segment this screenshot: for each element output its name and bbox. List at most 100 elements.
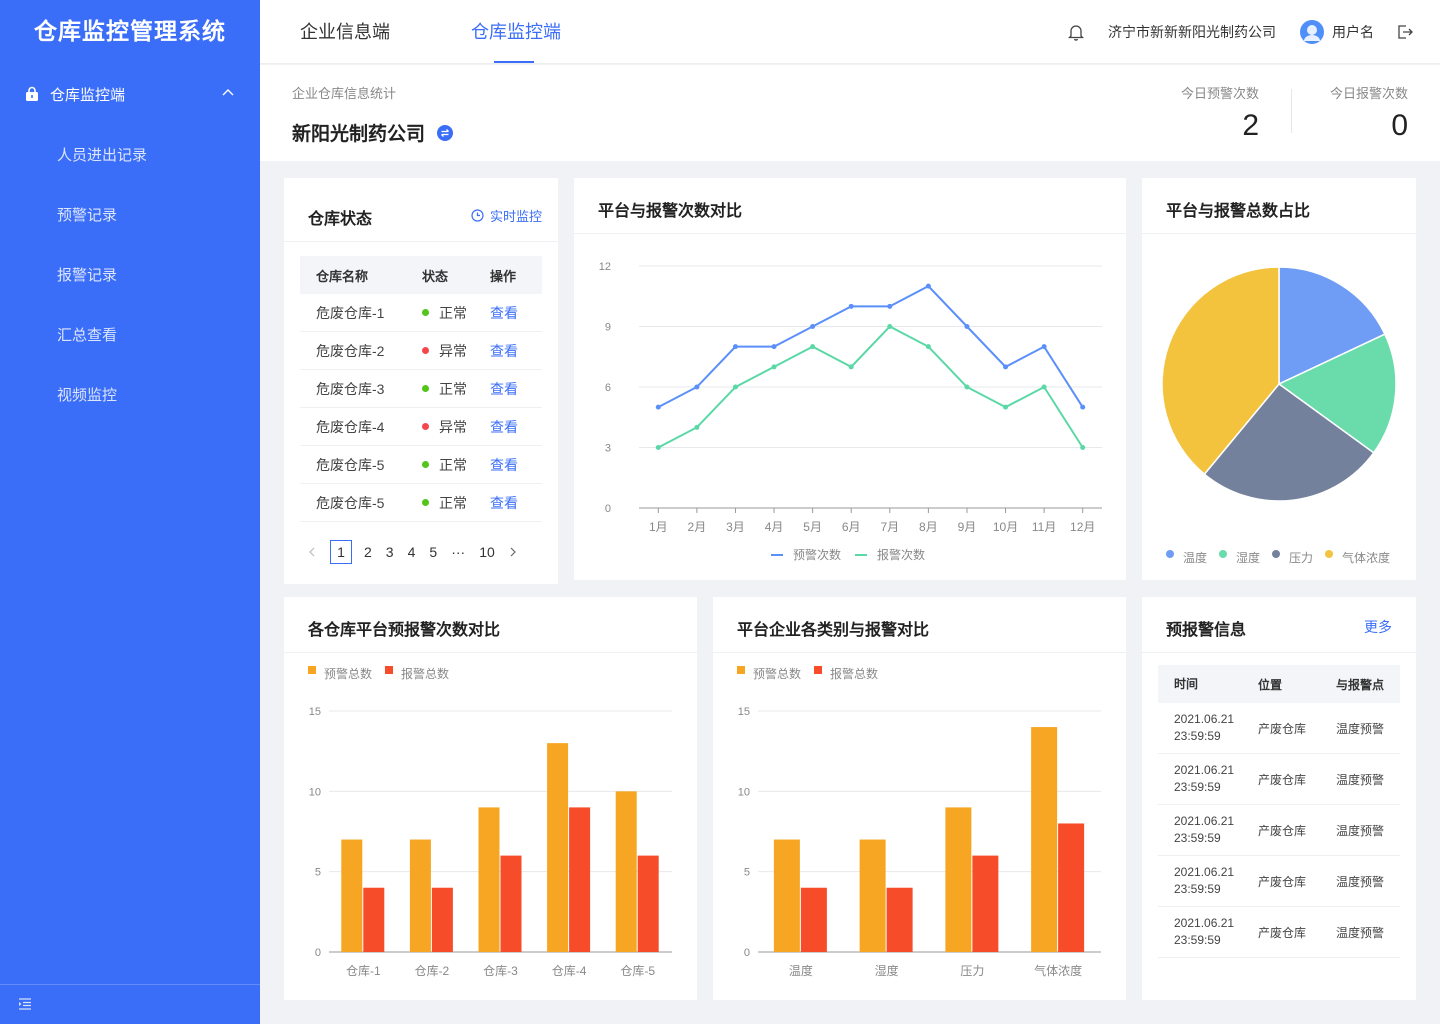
sidebar-collapse-button[interactable] [0, 984, 260, 1024]
pager-page[interactable]: 2 [364, 544, 372, 560]
username[interactable]: 用户名 [1332, 0, 1374, 64]
alert-location: 产废仓库 [1258, 823, 1307, 838]
alert-time: 2021.06.21 23:59:59 [1158, 915, 1258, 949]
bar [569, 807, 591, 952]
table-row[interactable]: 2021.06.21 23:59:59 产废仓库 温度预警 [1158, 754, 1400, 805]
company-name: 新阳光制药公司 [292, 119, 454, 146]
tab-enterprise[interactable]: 企业信息端 [300, 0, 390, 64]
x-tick-label: 湿度 [875, 963, 899, 978]
sidebar-item-alarm-log[interactable]: 报警记录 [57, 264, 117, 285]
legend-swatch [1166, 550, 1174, 558]
table-row: 危废仓库-1 正常 查看 [300, 294, 542, 332]
data-point [655, 445, 661, 450]
view-link[interactable]: 查看 [490, 493, 542, 513]
y-tick-label: 6 [605, 382, 611, 394]
alert-time: 2021.06.21 23:59:59 [1158, 864, 1258, 898]
data-point [771, 344, 777, 350]
x-tick-label: 9月 [958, 520, 977, 534]
pager-page[interactable]: 4 [408, 544, 416, 560]
pager-ellipsis[interactable]: ··· [451, 544, 465, 560]
data-point [925, 283, 931, 289]
x-tick-label: 仓库-5 [620, 963, 655, 978]
status-text: 异常 [439, 342, 467, 359]
data-point [655, 404, 661, 410]
pie-chart-card: 平台与报警总数占比 温度 湿度 压力 气体浓度 [1142, 178, 1416, 580]
alarm-today-value: 0 [1391, 109, 1408, 142]
sidebar-item-access-log[interactable]: 人员进出记录 [57, 144, 147, 165]
legend-swatch [737, 666, 745, 674]
top-header: 企业信息端 仓库监控端 济宁市新新新阳光制药公司 用户名 [260, 0, 1440, 64]
status-text: 正常 [439, 456, 467, 473]
bar-chart-category: 0 5 10 15 温度 湿度 压力 气体浓度 预警总数 报警总数 [737, 666, 1101, 978]
menu-warehouse-monitor[interactable]: 仓库监控端 [0, 72, 260, 116]
line-chart: 0 3 6 9 12 1月 2月 3月 4月 5月 6月 7月 8月 9月 10月 11月 12月预警次数 报警次… [599, 261, 1102, 562]
data-point [810, 324, 816, 329]
pager-next-icon[interactable] [509, 544, 517, 560]
bar [800, 887, 827, 952]
y-tick-label: 9 [605, 322, 611, 334]
chevron-up-icon [222, 89, 234, 96]
table-row[interactable]: 2021.06.21 23:59:59 产废仓库 温度预警 [1158, 805, 1400, 856]
switch-company-icon[interactable] [437, 124, 454, 141]
tab-warehouse-monitor[interactable]: 仓库监控端 [471, 0, 561, 64]
alert-type: 温度预警 [1336, 925, 1385, 940]
table-row[interactable]: 2021.06.21 23:59:59 产废仓库 温度预警 [1158, 703, 1400, 754]
table-row[interactable]: 2021.06.21 23:59:59 产废仓库 温度预警 [1158, 907, 1400, 958]
logout-icon[interactable] [1397, 0, 1413, 64]
pager-page[interactable]: 10 [479, 544, 495, 560]
alert-time: 2021.06.21 23:59:59 [1158, 762, 1258, 796]
table-row: 危废仓库-5 正常 查看 [300, 484, 542, 522]
legend-label: 压力 [1289, 551, 1313, 565]
alert-location: 产废仓库 [1258, 772, 1307, 787]
warehouse-status-title: 仓库状态 [308, 211, 373, 228]
view-link[interactable]: 查看 [490, 379, 542, 399]
pager-prev-icon[interactable] [308, 544, 316, 560]
user-avatar[interactable] [1300, 0, 1324, 64]
legend-label: 预警总数 [324, 666, 372, 681]
realtime-monitor-link[interactable]: 实时监控 [471, 206, 542, 225]
warehouse-name: 危废仓库-4 [316, 418, 385, 435]
warehouse-name: 危废仓库-2 [316, 342, 385, 359]
alert-date: 2021.06.21 [1174, 916, 1235, 930]
legend-label: 报警次数 [877, 547, 925, 562]
x-tick-label: 仓库-1 [346, 963, 381, 978]
info-bar: 企业仓库信息统计 新阳光制药公司 今日预警次数 2 今日报警次数 0 [260, 65, 1440, 161]
bar-chart-category-card: 平台企业各类别与报警对比 0 5 10 15 温度 湿度 压力 气体浓度 预警总数 报警总数 [713, 597, 1126, 1000]
view-link[interactable]: 查看 [490, 417, 542, 437]
legend-swatch [1325, 550, 1333, 558]
menu-parent-label: 仓库监控端 [50, 86, 126, 104]
active-tab-indicator [494, 61, 534, 63]
sidebar-item-warning-log[interactable]: 预警记录 [57, 204, 117, 225]
table-row[interactable]: 2021.06.21 23:59:59 产废仓库 温度预警 [1158, 856, 1400, 907]
warehouse-table: 仓库名称 状态 操作 危废仓库-1 正常 查看 危废仓库-2 异常 查看 危废仓库-3 正常查… [300, 256, 542, 522]
legend-label: 报警总数 [830, 666, 878, 681]
pager-page[interactable]: 3 [386, 544, 394, 560]
bell-icon[interactable] [1068, 0, 1084, 64]
alerts-more-link[interactable]: 更多 [1364, 617, 1392, 637]
bar [409, 839, 431, 952]
data-point [1003, 364, 1009, 370]
alert-clock: 23:59:59 [1174, 780, 1221, 794]
x-tick-label: 仓库-4 [552, 963, 587, 978]
data-point [1003, 404, 1009, 410]
app-title: 仓库监控管理系统 [34, 18, 226, 44]
view-link[interactable]: 查看 [490, 341, 542, 361]
bar [363, 887, 385, 952]
pager-page[interactable]: 5 [429, 544, 437, 560]
info-subtitle: 企业仓库信息统计 [292, 86, 397, 101]
view-link[interactable]: 查看 [490, 455, 542, 475]
data-point [848, 303, 854, 309]
alert-date: 2021.06.21 [1174, 814, 1235, 828]
warehouse-name: 危废仓库-5 [316, 494, 385, 511]
alert-type: 温度预警 [1336, 721, 1385, 736]
col-location: 位置 [1258, 677, 1283, 692]
view-link[interactable]: 查看 [490, 303, 542, 323]
legend-swatch [308, 666, 316, 674]
pager-page[interactable]: 1 [330, 540, 352, 564]
status-dot [422, 385, 429, 392]
bar [637, 855, 659, 952]
bar-chart-warehouse: 0 5 10 15 仓库-1 仓库-2 仓库-3 仓库-4 仓库-5 预警总数 报警总数 [308, 666, 672, 978]
sidebar-item-summary[interactable]: 汇总查看 [57, 324, 117, 345]
x-tick-label: 2月 [688, 520, 707, 534]
sidebar-item-video[interactable]: 视频监控 [57, 384, 117, 405]
